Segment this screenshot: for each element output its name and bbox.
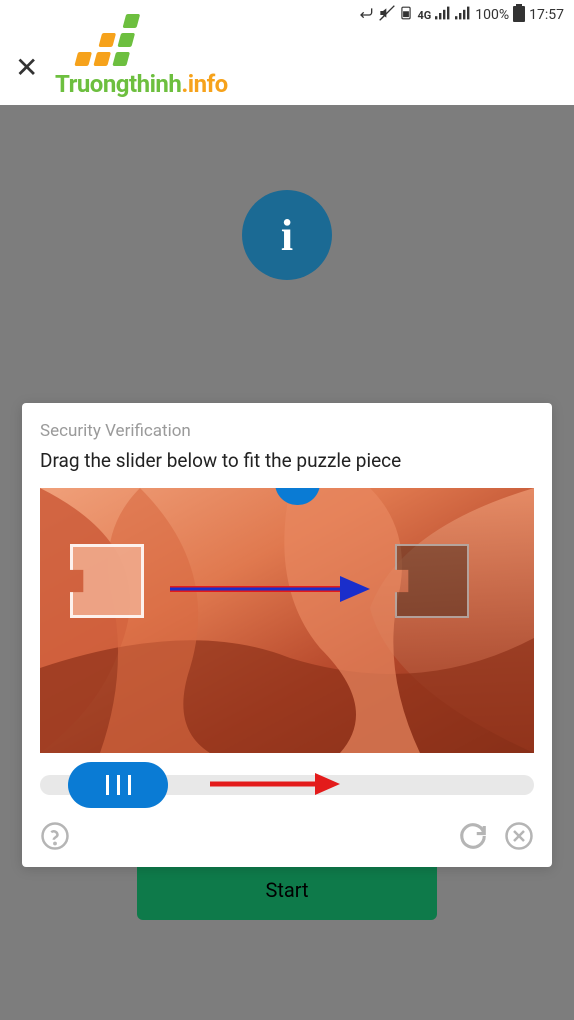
signal-bars-icon — [435, 6, 451, 24]
close-icon[interactable]: ✕ — [15, 51, 38, 84]
mute-icon — [379, 5, 395, 25]
signal-bars-2-icon — [455, 6, 471, 24]
start-button[interactable]: Start — [137, 860, 437, 920]
captcha-footer — [40, 821, 534, 851]
captcha-image — [40, 488, 534, 753]
cancel-icon[interactable] — [504, 821, 534, 851]
start-button-label: Start — [265, 878, 308, 902]
modal-backdrop: i Start Security Verification Drag the s… — [0, 105, 574, 1020]
logo-text-2: .info — [181, 70, 227, 98]
sim-icon — [399, 5, 413, 25]
logo-text-1: Truongthinh — [55, 70, 181, 98]
captcha-title: Security Verification — [40, 421, 534, 441]
slider-handle[interactable] — [68, 762, 168, 808]
captcha-modal: Security Verification Drag the slider be… — [22, 403, 552, 867]
battery-icon — [513, 4, 525, 26]
battery-percent: 100% — [475, 7, 509, 23]
help-icon[interactable] — [40, 821, 70, 851]
slider-arrow-icon — [210, 769, 340, 799]
instruction-arrow-icon — [170, 574, 370, 604]
logo: Truongthinh.info — [55, 14, 228, 98]
top-bar: ✕ Truongthinh.info — [0, 30, 574, 105]
recycle-icon — [359, 5, 375, 25]
network-type: 4G — [417, 9, 431, 22]
refresh-icon[interactable] — [458, 821, 488, 851]
info-icon: i — [242, 190, 332, 280]
slider-track[interactable] — [40, 775, 534, 795]
clock-time: 17:57 — [529, 7, 564, 23]
captcha-instruction: Drag the slider below to fit the puzzle … — [40, 449, 534, 472]
